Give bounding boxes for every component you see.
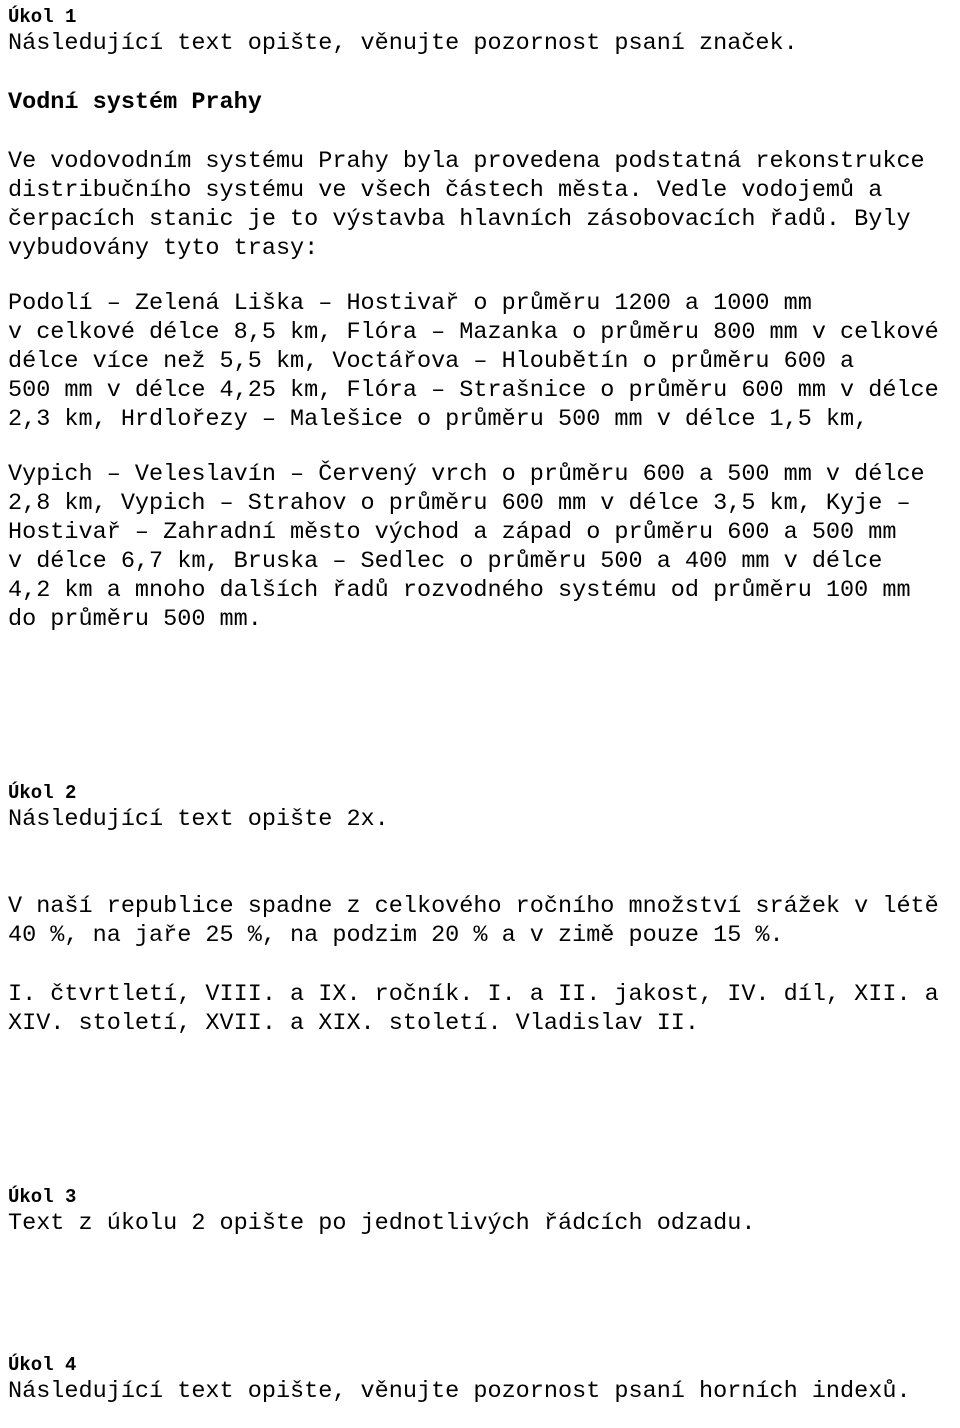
paragraph-line: Ve vodovodním systému Prahy byla provede…	[8, 148, 925, 175]
task-instruction-ukol-1: Následující text opište, věnujte pozorno…	[8, 30, 798, 57]
paragraph-line: čerpacích stanic je to výstavba hlavních…	[8, 206, 911, 233]
document-page: Úkol 1 Následující text opište, věnujte …	[0, 0, 960, 1428]
precipitation-paragraph: V naší republice spadne z celkového ročn…	[8, 892, 960, 950]
task-section-ukol-2: Úkol 2 Následující text opište 2x.	[8, 782, 960, 834]
document-body: Úkol 1 Následující text opište, věnujte …	[8, 6, 960, 1406]
task-title-ukol-1: Úkol 1	[8, 6, 77, 28]
routes-block-one: Podolí – Zelená Liška – Hostivař o průmě…	[8, 289, 960, 434]
task-instruction-ukol-4: Následující text opište, věnujte pozorno…	[8, 1378, 911, 1405]
content-heading-vodni-system-prahy: Vodní systém Prahy	[8, 89, 262, 116]
route-line: délce více než 5,5 km, Voctářova – Hloub…	[8, 348, 855, 375]
content-heading-block: Vodní systém Prahy	[8, 88, 960, 117]
task-title-ukol-3: Úkol 3	[8, 1186, 77, 1208]
task-section-ukol-4: Úkol 4 Následující text opište, věnujte …	[8, 1354, 960, 1406]
routes-block-two: Vypich – Veleslavín – Červený vrch o prů…	[8, 460, 960, 634]
roman-numeral-line: I. čtvrtletí, VIII. a IX. ročník. I. a I…	[8, 981, 939, 1008]
route-line: Hostivař – Zahradní město východ a západ…	[8, 519, 897, 546]
task-section-ukol-3: Úkol 3 Text z úkolu 2 opište po jednotli…	[8, 1186, 960, 1238]
task-section-ukol-1: Úkol 1 Následující text opište, věnujte …	[8, 6, 960, 58]
precipitation-line: 40 %, na jaře 25 %, na podzim 20 % a v z…	[8, 922, 784, 949]
route-line: v délce 6,7 km, Bruska – Sedlec o průměr…	[8, 548, 883, 575]
task-instruction-ukol-2: Následující text opište 2x.	[8, 806, 389, 833]
precipitation-line: V naší republice spadne z celkového ročn…	[8, 893, 939, 920]
route-line: 2,8 km, Vypich – Strahov o průměru 600 m…	[8, 490, 911, 517]
route-line: 2,3 km, Hrdlořezy – Malešice o průměru 5…	[8, 406, 869, 433]
paragraph-line: vybudovány tyto trasy:	[8, 235, 319, 262]
route-line: 500 mm v délce 4,25 km, Flóra – Strašnic…	[8, 377, 939, 404]
route-line: v celkové délce 8,5 km, Flóra – Mazanka …	[8, 319, 939, 346]
roman-numeral-line: XIV. století, XVII. a XIX. století. Vlad…	[8, 1010, 700, 1037]
route-line: Vypich – Veleslavín – Červený vrch o prů…	[8, 461, 925, 488]
paragraph-line: distribučního systému ve všech částech m…	[8, 177, 883, 204]
task-title-ukol-4: Úkol 4	[8, 1354, 77, 1376]
roman-numeral-paragraph: I. čtvrtletí, VIII. a IX. ročník. I. a I…	[8, 980, 960, 1038]
route-line: 4,2 km a mnoho dalších řadů rozvodného s…	[8, 577, 911, 604]
route-line: do průměru 500 mm.	[8, 606, 262, 633]
route-line: Podolí – Zelená Liška – Hostivař o průmě…	[8, 290, 812, 317]
task-instruction-ukol-3: Text z úkolu 2 opište po jednotlivých řá…	[8, 1210, 756, 1237]
intro-paragraph: Ve vodovodním systému Prahy byla provede…	[8, 147, 960, 263]
task-title-ukol-2: Úkol 2	[8, 782, 77, 804]
